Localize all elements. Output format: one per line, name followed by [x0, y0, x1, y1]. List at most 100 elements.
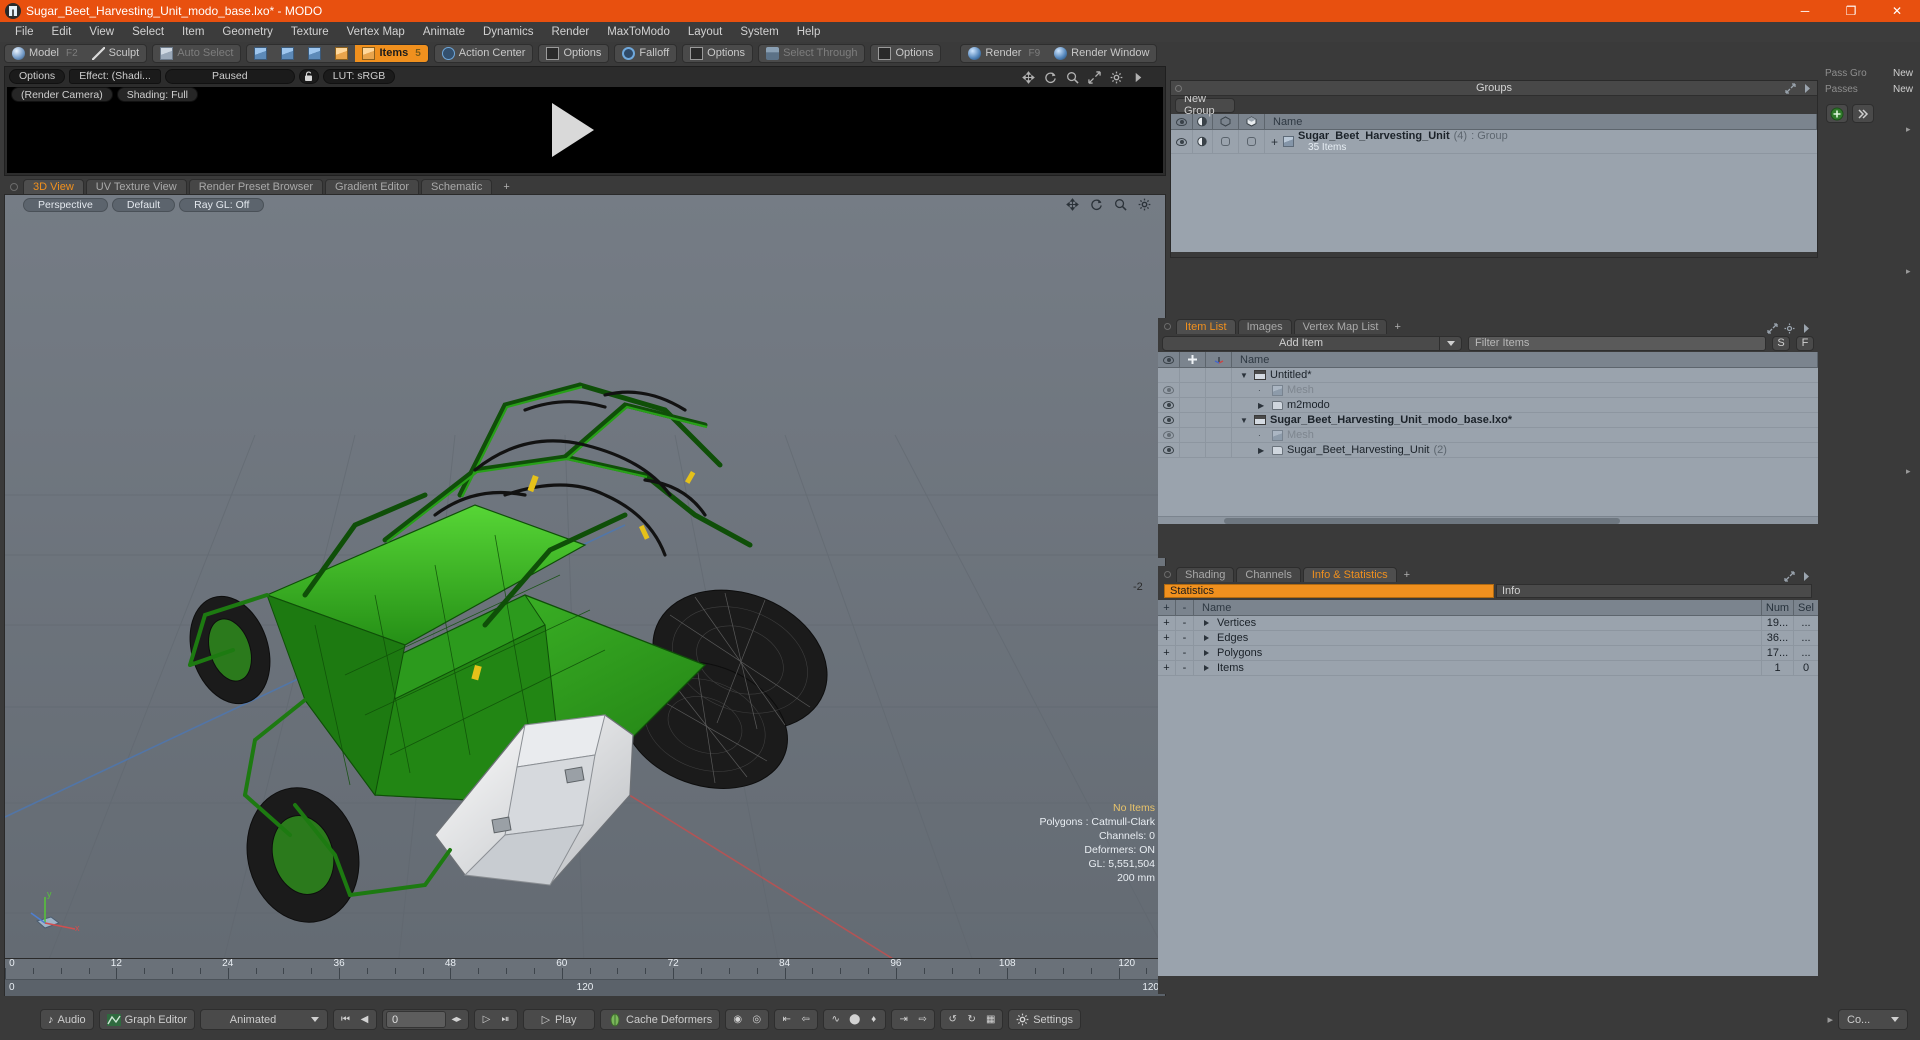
polygons-mode-button[interactable]	[301, 45, 328, 62]
tab-render-preset-browser[interactable]: Render Preset Browser	[188, 179, 324, 194]
row-name-cell[interactable]: ▶ Sugar_Beet_Harvesting_Unit (2)	[1232, 443, 1818, 458]
row-visibility-toggle[interactable]	[1158, 367, 1180, 383]
row-lock-cell[interactable]	[1180, 442, 1206, 458]
row-transform-cell[interactable]	[1206, 412, 1232, 428]
add-item-dropdown-button[interactable]	[1440, 335, 1462, 351]
current-frame-input[interactable]: 0	[386, 1011, 447, 1028]
gear-icon[interactable]	[1110, 71, 1123, 84]
render-paused-button[interactable]: Paused	[164, 68, 295, 84]
row-transform-cell[interactable]	[1206, 397, 1232, 413]
tab-vertex-map-list[interactable]: Vertex Map List	[1293, 319, 1388, 334]
chevron-right-icon[interactable]	[1801, 323, 1812, 334]
tab-info-statistics[interactable]: Info & Statistics	[1302, 567, 1397, 582]
viewport-raygl-dropdown[interactable]: Ray GL: Off	[179, 198, 265, 212]
viewport-tab-menu-dot[interactable]	[10, 183, 18, 191]
action-center-options-button[interactable]: Options	[539, 45, 608, 62]
move-icon[interactable]	[1022, 71, 1035, 84]
go-to-start-button[interactable]: ⏮	[337, 1011, 354, 1028]
frame-stepper-icon[interactable]: ◂▸	[448, 1011, 465, 1028]
chevron-right-icon[interactable]	[1132, 71, 1145, 84]
stat-collapse-button[interactable]: -	[1176, 630, 1194, 646]
table-row[interactable]: + - Vertices 19......	[1158, 615, 1818, 631]
edges-mode-button[interactable]	[274, 45, 301, 62]
sculpt-mode-button[interactable]: Sculpt	[85, 45, 147, 62]
3d-viewport[interactable]: -2 Perspective Default Ray GL: Off No It…	[4, 194, 1166, 994]
tab-gradient-editor[interactable]: Gradient Editor	[325, 179, 419, 194]
step-back-button[interactable]: ◀	[356, 1011, 373, 1028]
table-row[interactable]: + - Polygons 17......	[1158, 645, 1818, 661]
render-options-button[interactable]: Options	[9, 68, 66, 84]
tab-images[interactable]: Images	[1237, 319, 1292, 334]
expand-icon[interactable]	[1767, 323, 1778, 334]
list-item[interactable]: ▼ Sugar_Beet_Harvesting_Unit_modo_base.lx…	[1158, 412, 1818, 428]
animation-mode-dropdown[interactable]: Animated	[200, 1009, 329, 1030]
list-item[interactable]: ▶ m2modo	[1158, 397, 1818, 413]
tab-channels[interactable]: Channels	[1236, 567, 1301, 582]
list-item[interactable]: ▼ Untitled*	[1158, 367, 1818, 383]
row-visibility-toggle[interactable]	[1158, 382, 1180, 398]
move-icon[interactable]	[1066, 198, 1079, 211]
menu-geometry[interactable]: Geometry	[213, 24, 282, 40]
add-item-list-tab-button[interactable]: +	[1389, 319, 1405, 334]
filter-f-button[interactable]: F	[1796, 335, 1814, 351]
menu-texture[interactable]: Texture	[282, 24, 338, 40]
select-through-button[interactable]: Select Through	[759, 45, 864, 62]
menu-edit[interactable]: Edit	[43, 24, 81, 40]
table-row[interactable]: + - Edges 36......	[1158, 630, 1818, 646]
gear-icon[interactable]	[1784, 323, 1795, 334]
close-button[interactable]: ✕	[1874, 0, 1920, 22]
key-delete-icon[interactable]: ◎	[748, 1011, 765, 1028]
info-subtab[interactable]: Info	[1496, 584, 1812, 598]
render-camera-dropdown[interactable]: (Render Camera)	[11, 87, 113, 102]
menu-system[interactable]: System	[731, 24, 787, 40]
menu-help[interactable]: Help	[788, 24, 830, 40]
row-expander[interactable]: ▼	[1240, 371, 1250, 380]
rotate-icon[interactable]	[1090, 198, 1103, 211]
row-lock-cell[interactable]	[1180, 412, 1206, 428]
play-button[interactable]: ▷ Play	[523, 1009, 596, 1030]
row-visibility-toggle[interactable]	[1158, 442, 1180, 458]
prev-key-icon[interactable]: ⇤	[778, 1011, 795, 1028]
action-center-button[interactable]: Action Center	[435, 45, 533, 62]
expand-icon[interactable]	[1785, 83, 1796, 94]
rotate-cw-icon[interactable]: ↻	[963, 1011, 980, 1028]
row-transform-cell[interactable]	[1206, 382, 1232, 398]
row-transform-cell[interactable]	[1206, 442, 1232, 458]
next-key-alt-icon[interactable]: ⇨	[914, 1011, 931, 1028]
falloff-options-button[interactable]: Options	[683, 45, 752, 62]
render-shading-dropdown[interactable]: Shading: Full	[116, 87, 198, 102]
audio-button[interactable]: ♪ Audio	[40, 1009, 94, 1030]
vertices-mode-button[interactable]	[247, 45, 274, 62]
fit-icon[interactable]	[1088, 71, 1101, 84]
row-lock-cell[interactable]	[1180, 397, 1206, 413]
row-name-cell[interactable]: ▼ Untitled*	[1232, 368, 1818, 383]
stat-name-cell[interactable]: Polygons	[1194, 645, 1762, 661]
stat-name-cell[interactable]: Edges	[1194, 630, 1762, 646]
stat-expand-button[interactable]: +	[1158, 645, 1176, 661]
item-list-hscrollbar[interactable]	[1158, 516, 1818, 524]
lut-button[interactable]: LUT: sRGB	[322, 68, 396, 84]
tab-shading[interactable]: Shading	[1176, 567, 1235, 582]
expand-icon[interactable]	[1784, 571, 1795, 582]
maximize-button[interactable]: ❐	[1828, 0, 1874, 22]
row-name-cell[interactable]: ▼ Sugar_Beet_Harvesting_Unit_modo_base.lx…	[1232, 413, 1818, 428]
tab-item-list[interactable]: Item List	[1176, 319, 1236, 334]
stat-collapse-button[interactable]: -	[1176, 645, 1194, 661]
tab-schematic[interactable]: Schematic	[421, 179, 493, 194]
viewport-projection-dropdown[interactable]: Perspective	[23, 198, 108, 212]
stat-expand-button[interactable]: +	[1158, 615, 1176, 631]
key-create-icon[interactable]: ◉	[729, 1011, 746, 1028]
list-item[interactable]: · Mesh	[1158, 382, 1818, 398]
falloff-button[interactable]: Falloff	[615, 45, 676, 62]
table-row[interactable]: + - Items 1 0	[1158, 660, 1818, 676]
curve-icon[interactable]: ∿	[827, 1011, 844, 1028]
menu-dynamics[interactable]: Dynamics	[474, 24, 542, 40]
rail-collapse-chevron-1[interactable]: ▸	[1906, 124, 1911, 135]
row-expander[interactable]: +	[1271, 135, 1278, 149]
prev-key-alt-icon[interactable]: ⇦	[797, 1011, 814, 1028]
menu-layout[interactable]: Layout	[679, 24, 732, 40]
render-effect-dropdown[interactable]: Effect: (Shadi...	[69, 68, 161, 84]
add-item-button[interactable]: Add Item	[1162, 335, 1440, 351]
info-panel-menu-dot[interactable]	[1164, 571, 1171, 578]
go-to-end-button[interactable]: ⏯	[497, 1011, 514, 1028]
